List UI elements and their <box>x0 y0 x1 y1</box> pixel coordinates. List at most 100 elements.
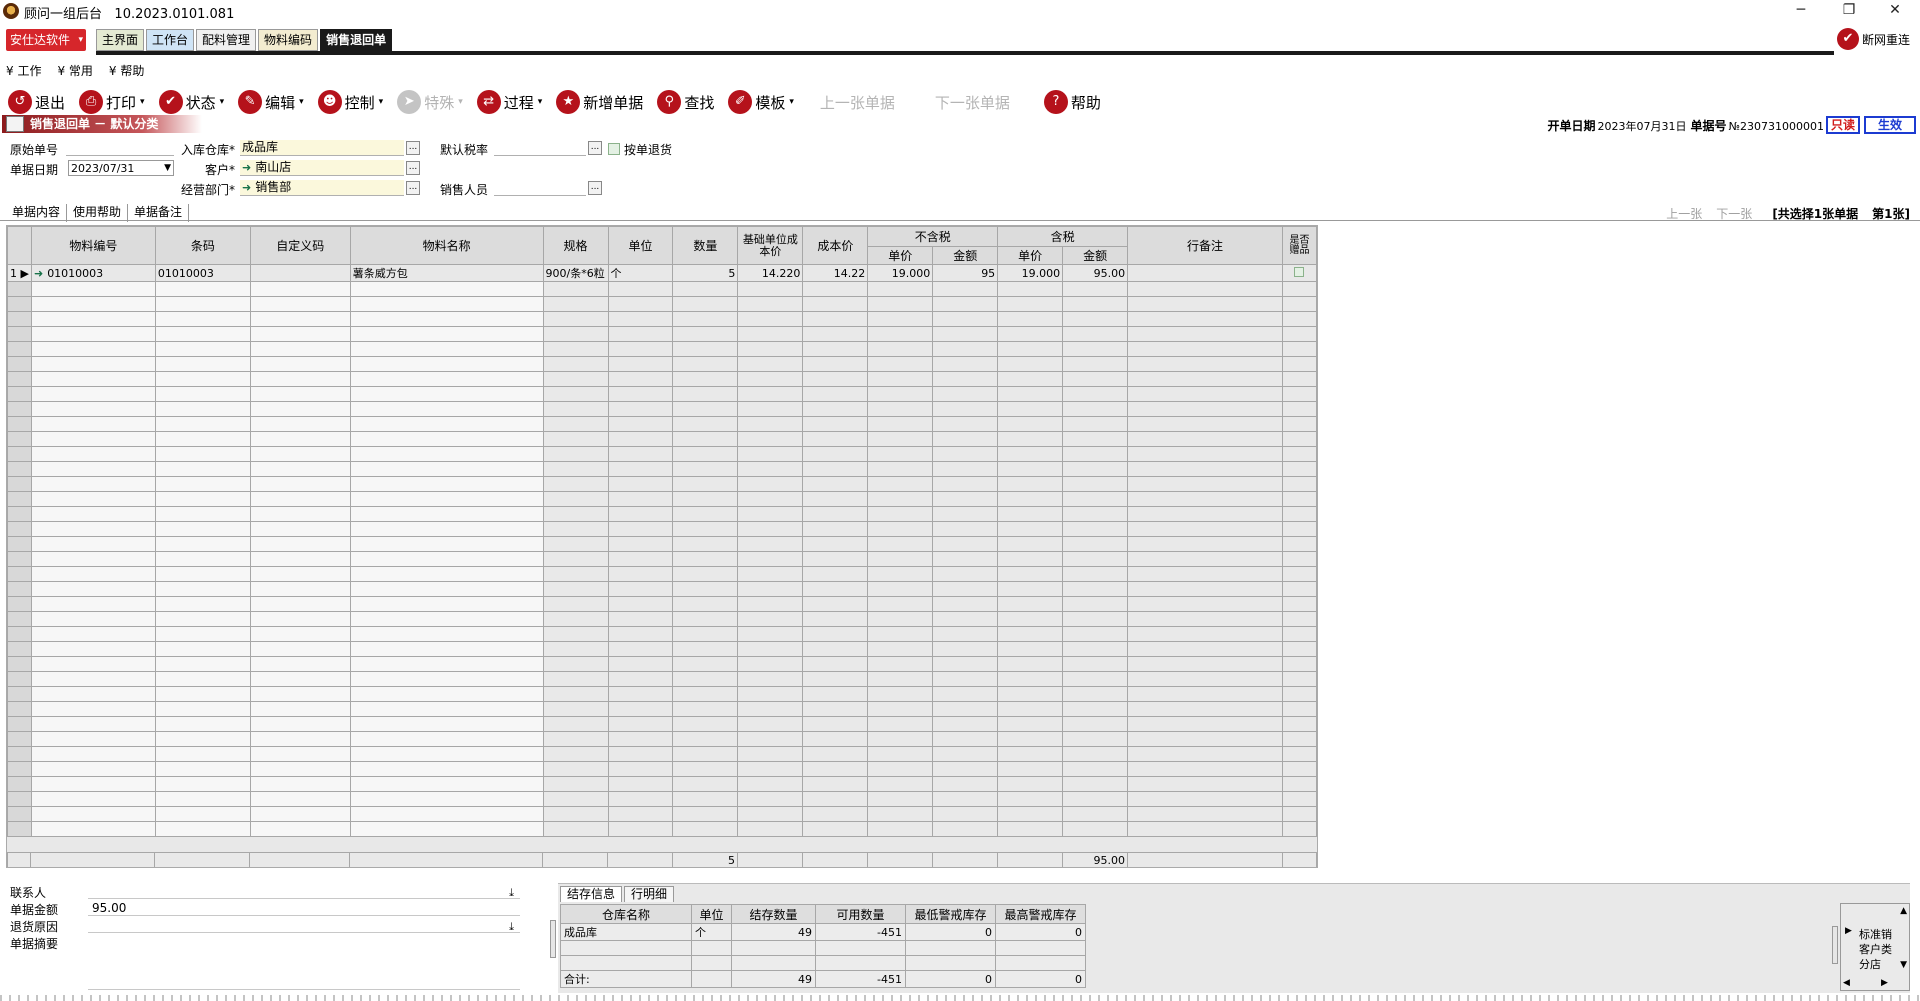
grid-cell[interactable] <box>154 566 251 582</box>
grid-cell[interactable] <box>1127 596 1283 612</box>
grid-cell[interactable] <box>1281 461 1317 477</box>
grid-cell[interactable] <box>154 611 251 627</box>
grid-cell[interactable] <box>867 746 934 762</box>
grid-cell[interactable] <box>1127 671 1283 687</box>
grid-cell[interactable] <box>542 491 609 507</box>
grid-cell[interactable] <box>737 596 804 612</box>
grid-cell[interactable] <box>997 761 1064 777</box>
grid-cell[interactable] <box>867 491 934 507</box>
grid-cell[interactable] <box>932 371 999 387</box>
grid-cell[interactable] <box>1062 356 1129 372</box>
grid-cell[interactable] <box>30 356 156 372</box>
table-row[interactable] <box>7 476 1317 492</box>
grid-cell[interactable] <box>932 416 999 432</box>
grid-cell[interactable] <box>542 671 609 687</box>
grid-cell[interactable] <box>1127 581 1283 597</box>
grid-cell[interactable] <box>672 761 739 777</box>
grid-cell[interactable] <box>607 671 674 687</box>
customer-input[interactable]: ➜ 南山店 <box>240 160 404 176</box>
grid-cell[interactable] <box>542 716 609 732</box>
grid-cell[interactable] <box>1127 446 1283 462</box>
grid-cell[interactable] <box>30 416 156 432</box>
grid-cell[interactable] <box>672 596 739 612</box>
grid-cell[interactable] <box>867 656 934 672</box>
grid-cell[interactable] <box>867 521 934 537</box>
grid-cell[interactable] <box>737 806 804 822</box>
grid-cell[interactable] <box>249 551 351 567</box>
sales-person-input[interactable] <box>494 180 586 196</box>
grid-cell[interactable] <box>932 731 999 747</box>
grid-cell[interactable] <box>802 506 869 522</box>
grid-cell[interactable] <box>672 581 739 597</box>
col-unit[interactable]: 单位 <box>607 226 674 265</box>
grid-cell[interactable] <box>932 311 999 327</box>
grid-cell[interactable] <box>802 686 869 702</box>
grid-cell[interactable] <box>672 371 739 387</box>
col-max-stock[interactable]: 最高警戒库存 <box>995 904 1086 924</box>
grid-cell[interactable] <box>1127 821 1283 837</box>
grid-cell[interactable] <box>672 731 739 747</box>
grid-cell[interactable] <box>349 326 544 342</box>
list-item[interactable]: 标准销 <box>1859 926 1892 942</box>
grid-cell[interactable] <box>1062 746 1129 762</box>
cell-no-tax-amount[interactable]: 95 <box>932 264 999 282</box>
grid-cell[interactable] <box>737 536 804 552</box>
grid-cell[interactable] <box>1127 521 1283 537</box>
table-row[interactable]: 1 ▶ ➜ 01010003 01010003 薯条威方包 900/条*6粒 个 … <box>7 264 1317 282</box>
grid-cell[interactable] <box>30 821 156 837</box>
grid-cell[interactable] <box>1281 746 1317 762</box>
grid-cell[interactable] <box>1062 326 1129 342</box>
help-button[interactable]: ? 帮助 <box>1043 90 1101 114</box>
grid-cell[interactable] <box>737 776 804 792</box>
grid-cell[interactable] <box>672 821 739 837</box>
grid-cell[interactable] <box>1062 776 1129 792</box>
grid-cell[interactable] <box>349 491 544 507</box>
grid-cell[interactable] <box>1062 791 1129 807</box>
grid-cell[interactable] <box>154 536 251 552</box>
grid-cell[interactable] <box>607 281 674 297</box>
grid-cell[interactable] <box>867 446 934 462</box>
grid-cell[interactable] <box>542 701 609 717</box>
grid-cell[interactable] <box>802 641 869 657</box>
table-row[interactable] <box>7 296 1317 312</box>
grid-cell[interactable] <box>737 731 804 747</box>
grid-cell[interactable] <box>802 491 869 507</box>
grid-cell[interactable] <box>802 821 869 837</box>
grid-cell[interactable] <box>542 686 609 702</box>
grid-cell[interactable] <box>997 506 1064 522</box>
prev-page-link[interactable]: 上一张 <box>1666 205 1702 222</box>
grid-cell[interactable] <box>932 491 999 507</box>
grid-cell[interactable] <box>249 416 351 432</box>
grid-cell[interactable] <box>1062 281 1129 297</box>
grid-cell[interactable] <box>802 371 869 387</box>
grid-cell[interactable] <box>542 806 609 822</box>
grid-cell[interactable] <box>737 821 804 837</box>
grid-cell[interactable] <box>542 341 609 357</box>
grid-cell[interactable] <box>249 536 351 552</box>
grid-cell[interactable] <box>867 386 934 402</box>
grid-cell[interactable] <box>802 416 869 432</box>
grid-cell[interactable] <box>1062 611 1129 627</box>
grid-cell[interactable] <box>1062 431 1129 447</box>
grid-cell[interactable] <box>802 311 869 327</box>
grid-cell[interactable] <box>1281 356 1317 372</box>
grid-cell[interactable] <box>997 626 1064 642</box>
chevron-down-icon[interactable]: ▼ <box>164 161 171 176</box>
table-row[interactable] <box>7 746 1317 762</box>
grid-cell[interactable] <box>867 716 934 732</box>
grid-cell[interactable] <box>1062 581 1129 597</box>
grid-cell[interactable] <box>1281 416 1317 432</box>
grid-cell[interactable] <box>737 356 804 372</box>
grid-cell[interactable] <box>802 476 869 492</box>
grid-cell[interactable] <box>154 761 251 777</box>
warehouse-ellipsis-button[interactable]: ... <box>406 141 420 155</box>
tax-rate-input[interactable] <box>494 140 586 156</box>
grid-cell[interactable] <box>249 341 351 357</box>
grid-cell[interactable] <box>672 506 739 522</box>
cell-item-name[interactable]: 薯条威方包 <box>349 264 544 282</box>
grid-cell[interactable] <box>154 296 251 312</box>
grid-cell[interactable] <box>867 296 934 312</box>
grid-cell[interactable] <box>154 806 251 822</box>
grid-cell[interactable] <box>1062 536 1129 552</box>
grid-cell[interactable] <box>30 641 156 657</box>
